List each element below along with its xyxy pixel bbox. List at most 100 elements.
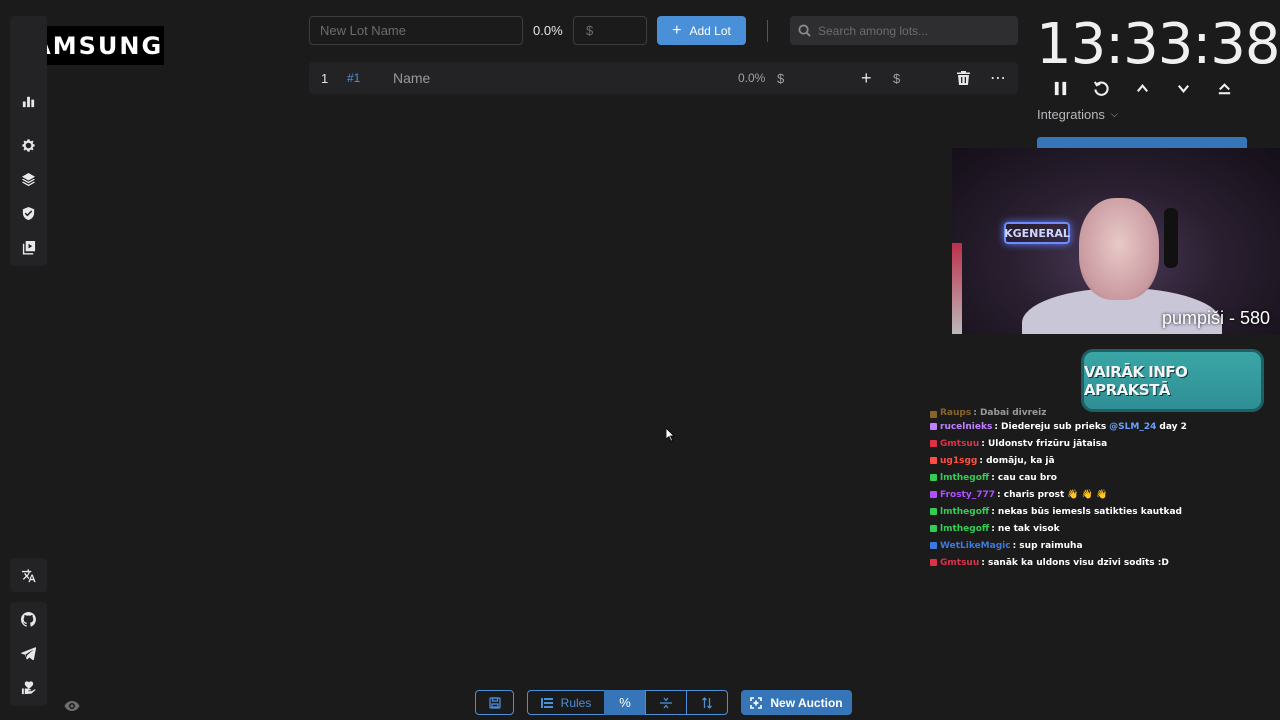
- video-playlist-icon[interactable]: [10, 230, 47, 264]
- chat-username: WetLikeMagic: [940, 540, 1011, 551]
- plus-icon: +: [672, 21, 682, 39]
- chat-badge-icon: [930, 525, 937, 532]
- align-center-icon: [660, 697, 672, 708]
- chat-text: : Uldonstv frizūru jātaisa: [981, 438, 1108, 449]
- chat-message: ug1sgg: domāju, ka jā: [930, 452, 1280, 469]
- chat-text-suffix: day 2: [1159, 421, 1187, 432]
- percent-mode-button[interactable]: %: [604, 690, 646, 715]
- chat-username: rucelnieks: [940, 421, 993, 432]
- chat-badge-icon: [930, 423, 937, 430]
- chat-text: : cau cau bro: [991, 472, 1057, 483]
- sort-icon: [702, 696, 712, 709]
- new-auction-label: New Auction: [770, 695, 843, 710]
- save-button[interactable]: [475, 690, 514, 715]
- mouse-cursor-icon: [666, 428, 675, 442]
- vertical-align-center-button[interactable]: [645, 690, 687, 715]
- integrations-dropdown[interactable]: Integrations ⌵: [1037, 107, 1118, 122]
- chat-username: Frosty_777: [940, 489, 996, 500]
- chat-text: : Dabai divreiz: [973, 408, 1047, 418]
- chat-username: ug1sgg: [940, 455, 978, 466]
- chat-message: lmthegoff: cau cau bro: [930, 469, 1280, 486]
- chevron-down-icon[interactable]: [1172, 77, 1194, 99]
- layers-icon[interactable]: [10, 162, 47, 196]
- chat-message: Gmtsuu: sanāk ka uldons visu dzīvi sodīt…: [930, 554, 1280, 571]
- more-options-icon[interactable]: ⋯: [990, 62, 1007, 94]
- rules-label: Rules: [560, 695, 592, 710]
- sidebar-links: [10, 602, 47, 706]
- lot-percent: 0.0%: [738, 71, 766, 85]
- donate-hand-heart-icon[interactable]: [10, 670, 47, 704]
- rules-button[interactable]: Rules: [527, 690, 605, 715]
- sidebar-main: [10, 16, 47, 266]
- chevron-up-icon[interactable]: [1131, 77, 1153, 99]
- chat-badge-icon: [930, 440, 937, 447]
- chat-username: lmthegoff: [940, 523, 990, 534]
- info-banner-text: VAIRĀK INFO APRAKSTĀ: [1084, 362, 1188, 399]
- reset-icon[interactable]: [1090, 77, 1112, 99]
- led-light: [952, 243, 962, 334]
- lot-row: 1 #1 Name 0.0% $ + $ ⋯: [309, 62, 1018, 94]
- webcam-label: pumpiši - 580: [1161, 308, 1270, 328]
- lot-add-amount-input[interactable]: $: [893, 62, 900, 94]
- lot-search[interactable]: [790, 16, 1018, 45]
- trash-icon[interactable]: [957, 62, 970, 94]
- chat-badge-icon: [930, 542, 937, 549]
- chat-overlay: Raups: Dabai divreiz rucelnieks: Diederej…: [930, 408, 1280, 578]
- github-icon[interactable]: [10, 602, 47, 636]
- chat-text: : sup raimuha: [1012, 540, 1083, 551]
- search-input[interactable]: [818, 23, 1008, 38]
- chat-username: Gmtsuu: [940, 438, 980, 449]
- chat-username: lmthegoff: [940, 506, 990, 517]
- streamer-face: [1079, 198, 1159, 300]
- chat-message: lmthegoff: ne tak visok: [930, 520, 1280, 537]
- integrations-label: Integrations: [1037, 107, 1105, 122]
- chat-badge-icon: [930, 491, 937, 498]
- chat-text: : Diedereju sub prieks: [994, 421, 1107, 432]
- chat-message: lmthegoff: nekas būs iemesls satikties k…: [930, 503, 1280, 520]
- pause-icon[interactable]: [1049, 77, 1071, 99]
- chat-message: Raups: Dabai divreiz: [930, 408, 1280, 418]
- chat-mention: @SLM_24: [1109, 421, 1157, 432]
- chevron-down-icon: ⌵: [1110, 109, 1118, 119]
- chat-text: : sanāk ka uldons visu dzīvi sodīts :D: [981, 557, 1169, 568]
- chart-icon[interactable]: [10, 84, 47, 118]
- info-banner: VAIRĀK INFO APRAKSTĀ: [1081, 349, 1264, 412]
- new-lot-amount-input[interactable]: [573, 16, 647, 45]
- toolbar-divider: [767, 20, 768, 42]
- webcam-overlay: KGENERAL pumpiši - 580: [952, 148, 1280, 334]
- chat-badge-icon: [930, 411, 937, 418]
- lot-add-amount-button[interactable]: +: [861, 62, 872, 94]
- chat-text: : domāju, ka jā: [979, 455, 1055, 466]
- lot-amount[interactable]: $: [777, 62, 784, 94]
- search-icon: [798, 24, 811, 37]
- chat-badge-icon: [930, 457, 937, 464]
- chat-text: : nekas būs iemesls satikties kautkad: [991, 506, 1182, 517]
- neon-sign: KGENERAL: [1004, 222, 1070, 244]
- list-icon: [540, 697, 553, 708]
- headset: [1164, 208, 1178, 268]
- percent-label: %: [619, 695, 631, 710]
- chat-badge-icon: [930, 474, 937, 481]
- add-lot-button[interactable]: + Add Lot: [657, 16, 746, 45]
- lot-name-field[interactable]: Name: [393, 62, 430, 94]
- lot-index: 1: [321, 70, 329, 86]
- telegram-icon[interactable]: [10, 636, 47, 670]
- double-chevron-up-icon[interactable]: [1213, 77, 1235, 99]
- new-lot-name-input[interactable]: [309, 16, 523, 45]
- sort-button[interactable]: [686, 690, 728, 715]
- save-icon: [488, 696, 501, 709]
- auction-timer: 13:33:38: [1036, 12, 1280, 77]
- shield-check-icon[interactable]: [10, 196, 47, 230]
- chat-username: Gmtsuu: [940, 557, 980, 568]
- chat-badge-icon: [930, 508, 937, 515]
- sidebar-language: [10, 558, 47, 592]
- eye-icon[interactable]: [64, 699, 80, 713]
- neon-sign-text: KGENERAL: [1004, 226, 1070, 240]
- chat-message: Frosty_777: charis prost 👋 👋 👋: [930, 486, 1280, 503]
- chat-message: WetLikeMagic: sup raimuha: [930, 537, 1280, 554]
- gear-icon[interactable]: [10, 128, 47, 162]
- new-auction-button[interactable]: New Auction: [741, 690, 852, 715]
- new-auction-icon: [750, 696, 763, 709]
- chat-text: : ne tak visok: [991, 523, 1060, 534]
- translate-icon[interactable]: [10, 558, 47, 592]
